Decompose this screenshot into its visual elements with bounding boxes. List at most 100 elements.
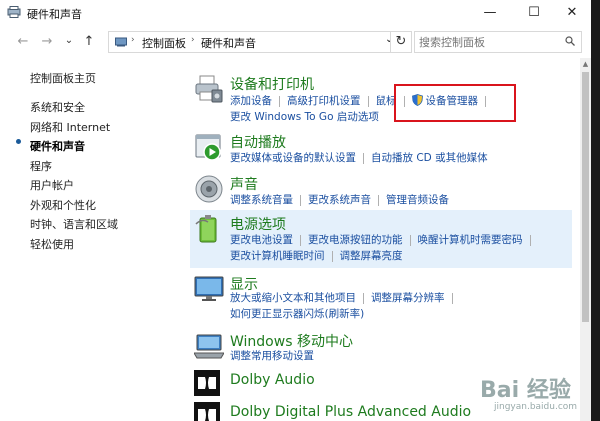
category-mobility-center: Windows 移动中心 调整常用移动设置 (190, 327, 572, 365)
link-screen-brightness[interactable]: 调整屏幕亮度 (340, 250, 403, 262)
sidebar-item-user-accounts[interactable]: 用户帐户 (30, 177, 74, 193)
window-title: 硬件和声音 (27, 8, 82, 21)
category-title-devices-printers[interactable]: 设备和打印机 (230, 74, 314, 94)
up-arrow-icon[interactable]: ↑ (81, 34, 97, 50)
autoplay-icon (195, 134, 221, 161)
category-title-dolby-digital-plus[interactable]: Dolby Digital Plus Advanced Audio (230, 404, 471, 420)
watermark-brand: Bai 经验 (480, 378, 571, 403)
separator (363, 292, 364, 304)
link-row: 如何更正显示器闪烁(刷新率) (230, 306, 364, 321)
link-refresh-rate[interactable]: 如何更正显示器闪烁(刷新率) (230, 308, 364, 320)
battery-icon (195, 215, 217, 243)
link-sleep-time[interactable]: 更改计算机睡眠时间 (230, 250, 325, 262)
search-box[interactable] (414, 31, 582, 53)
link-windows-to-go[interactable]: 更改 Windows To Go 启动选项 (230, 111, 379, 123)
link-row: 放大或缩小文本和其他项目 调整屏幕分辨率 (230, 290, 460, 305)
dolby-icon (194, 370, 220, 396)
back-arrow-icon[interactable]: ← (15, 34, 31, 50)
monitor-icon (194, 276, 224, 301)
speaker-icon (195, 175, 223, 203)
link-row: 更改电池设置 更改电源按钮的功能 唤醒计算机时需要密码 (230, 232, 538, 247)
link-change-system-sounds[interactable]: 更改系统声音 (308, 194, 371, 206)
sidebar-item-system-security[interactable]: 系统和安全 (30, 99, 85, 115)
separator (485, 95, 486, 107)
separator (378, 194, 379, 206)
breadcrumb-separator: › (131, 35, 135, 45)
title-bar: 硬件和声音 — ☐ ✕ (0, 0, 591, 26)
category-title-sound[interactable]: 声音 (230, 174, 258, 194)
link-mouse[interactable]: 鼠标 (376, 95, 397, 107)
sidebar-item-ease-of-access[interactable]: 轻松使用 (30, 236, 74, 252)
link-row: 更改 Windows To Go 启动选项 (230, 109, 379, 124)
separator (279, 95, 280, 107)
category-power-options: 电源选项 更改电池设置 更改电源按钮的功能 唤醒计算机时需要密码 更改计算机睡眠时间… (190, 210, 572, 268)
separator (367, 95, 369, 107)
category-display: 显示 放大或缩小文本和其他项目 调整屏幕分辨率 如何更正显示器闪烁(刷新率) (190, 270, 572, 326)
breadcrumb-separator: › (191, 35, 195, 45)
content-pane: 设备和打印机 添加设备 高级打印机设置 鼠标 设备管理器 更改 Windows To … (190, 70, 580, 421)
category-devices-printers: 设备和打印机 添加设备 高级打印机设置 鼠标 设备管理器 更改 Windows To … (190, 70, 572, 126)
link-battery-settings[interactable]: 更改电池设置 (230, 234, 293, 246)
sidebar-item-appearance[interactable]: 外观和个性化 (30, 197, 96, 213)
printer-icon (195, 75, 223, 103)
category-sound: 声音 调整系统音量 更改系统声音 管理音频设备 (190, 170, 572, 208)
vertical-scrollbar[interactable]: ▲ (580, 58, 591, 421)
separator (300, 234, 301, 246)
sidebar-item-programs[interactable]: 程序 (30, 158, 52, 174)
breadcrumb-hardware-sound[interactable]: 硬件和声音 (201, 35, 256, 51)
breadcrumb-control-panel[interactable]: 控制面板 (142, 35, 186, 51)
link-autoplay-cd[interactable]: 自动播放 CD 或其他媒体 (371, 152, 488, 164)
scroll-up-arrow-icon[interactable]: ▲ (580, 58, 591, 70)
separator (363, 152, 364, 164)
minimize-button[interactable]: — (474, 3, 506, 23)
category-autoplay: 自动播放 更改媒体或设备的默认设置 自动播放 CD 或其他媒体 (190, 128, 572, 168)
desktop-edge (591, 0, 600, 421)
close-button[interactable]: ✕ (556, 3, 588, 23)
sidebar-item-hardware-sound[interactable]: 硬件和声音 (30, 138, 85, 154)
maximize-button[interactable]: ☐ (518, 3, 550, 23)
separator (403, 95, 405, 107)
watermark-url: jingyan.baidu.com (494, 402, 578, 412)
link-adjust-volume[interactable]: 调整系统音量 (230, 194, 293, 206)
mobility-center-icon (194, 334, 224, 359)
active-item-bullet (16, 139, 21, 144)
control-panel-window: 硬件和声音 — ☐ ✕ ← → ⌄ ↑ › 控制面板 › 硬件和声音 ⌄ ↻ 控… (0, 0, 591, 421)
link-manage-audio-devices[interactable]: 管理音频设备 (386, 194, 449, 206)
link-row: 添加设备 高级打印机设置 鼠标 设备管理器 (230, 93, 493, 108)
link-row: 更改计算机睡眠时间 调整屏幕亮度 (230, 248, 403, 263)
search-icon[interactable] (565, 36, 575, 46)
link-row: 更改媒体或设备的默认设置 自动播放 CD 或其他媒体 (230, 150, 488, 165)
link-password-on-wake[interactable]: 唤醒计算机时需要密码 (418, 234, 523, 246)
category-title-dolby-audio[interactable]: Dolby Audio (230, 372, 315, 388)
separator (451, 292, 453, 304)
link-add-device[interactable]: 添加设备 (230, 95, 272, 107)
uac-shield-icon (411, 94, 423, 106)
search-input[interactable] (419, 34, 559, 50)
link-default-media-settings[interactable]: 更改媒体或设备的默认设置 (230, 152, 356, 164)
link-screen-resolution[interactable]: 调整屏幕分辨率 (371, 292, 445, 304)
link-power-button-function[interactable]: 更改电源按钮的功能 (308, 234, 403, 246)
dolby-icon (194, 402, 220, 421)
link-text-size[interactable]: 放大或缩小文本和其他项目 (230, 292, 356, 304)
sidebar-item-home[interactable]: 控制面板主页 (30, 70, 96, 86)
link-device-manager[interactable]: 设备管理器 (426, 95, 479, 107)
link-mobility-settings[interactable]: 调整常用移动设置 (230, 350, 314, 362)
sidebar-item-clock-region[interactable]: 时钟、语言和区域 (30, 216, 118, 232)
link-row: 调整常用移动设置 (230, 348, 314, 363)
separator (300, 194, 301, 206)
recent-locations-icon[interactable]: ⌄ (61, 33, 77, 49)
link-row: 调整系统音量 更改系统声音 管理音频设备 (230, 192, 449, 207)
sidebar-item-network[interactable]: 网络和 Internet (30, 119, 110, 135)
control-panel-small-icon (115, 37, 127, 47)
category-title-power-options[interactable]: 电源选项 (230, 214, 286, 234)
forward-arrow-icon[interactable]: → (39, 34, 55, 50)
separator (409, 234, 411, 246)
control-panel-app-icon (7, 6, 21, 18)
link-advanced-printer-setup[interactable]: 高级打印机设置 (287, 95, 361, 107)
category-title-autoplay[interactable]: 自动播放 (230, 132, 286, 152)
refresh-button[interactable]: ↻ (390, 31, 412, 53)
separator (331, 250, 333, 262)
separator (529, 234, 531, 246)
scroll-thumb[interactable] (582, 72, 589, 322)
address-bar[interactable]: › 控制面板 › 硬件和声音 ⌄ (108, 31, 400, 53)
